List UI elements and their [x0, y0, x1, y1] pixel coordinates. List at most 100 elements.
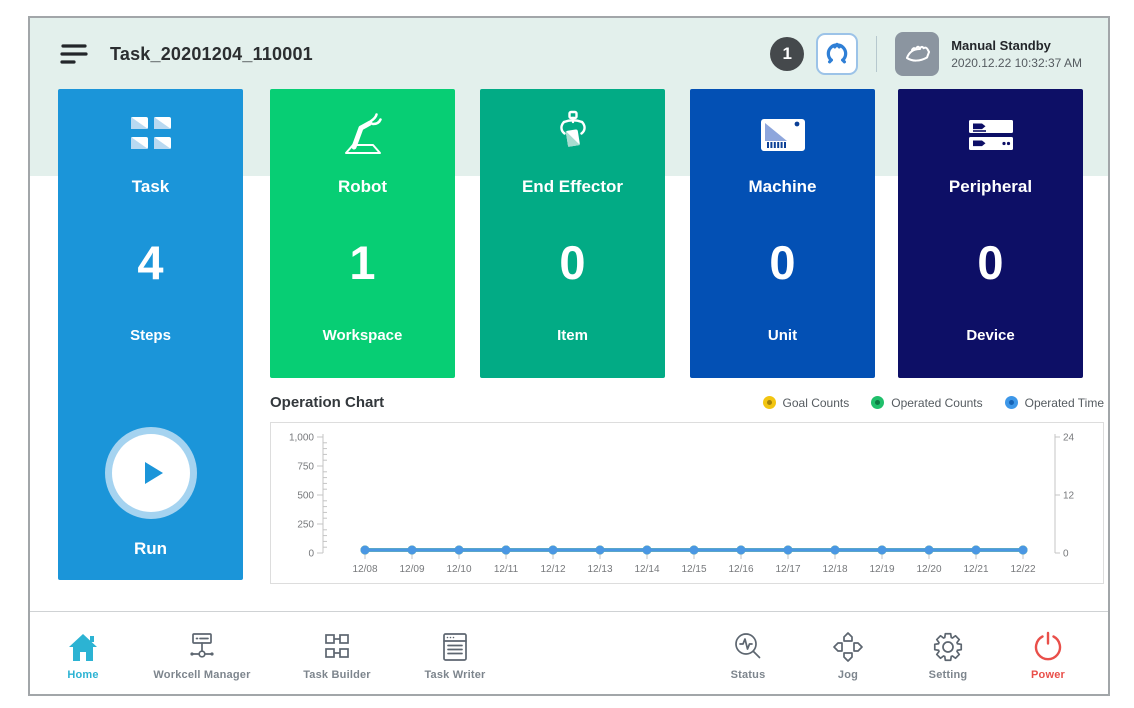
svg-text:12: 12: [1063, 491, 1075, 502]
bottom-navigation: Home Workcell Manager: [30, 611, 1108, 694]
manual-mode-button[interactable]: [895, 32, 939, 76]
svg-text:12/20: 12/20: [916, 564, 941, 575]
robot-card[interactable]: Robot 1 Workspace: [270, 89, 455, 378]
robot-card-unit: Workspace: [270, 327, 455, 344]
chart-point: [502, 546, 511, 555]
nav-item-setting[interactable]: Setting: [898, 626, 998, 681]
operation-chart-canvas: 0 250 500 750 1,000 0 12 24 12/08 12/09 12/10 12/11…: [271, 423, 1103, 583]
svg-text:12/17: 12/17: [775, 564, 800, 575]
nav-item-power[interactable]: Power: [998, 626, 1098, 681]
nav-item-task-builder[interactable]: Task Builder: [278, 626, 396, 681]
peripheral-card[interactable]: Peripheral 0 Device: [898, 89, 1083, 378]
svg-text:12/10: 12/10: [446, 564, 471, 575]
end-effector-card-value: 0: [480, 235, 665, 290]
play-icon: [134, 456, 168, 490]
chart-point: [455, 546, 464, 555]
end-effector-card-unit: Item: [480, 327, 665, 344]
page-title: Task_20201204_110001: [110, 44, 313, 65]
svg-text:12/21: 12/21: [963, 564, 988, 575]
svg-text:24: 24: [1063, 433, 1075, 444]
chart-point: [596, 546, 605, 555]
machine-icon: [759, 115, 807, 155]
gripper-recovery-icon: [824, 41, 850, 67]
svg-text:12/19: 12/19: [869, 564, 894, 575]
gripper-icon: [552, 110, 594, 160]
annotation-badge: 1: [770, 37, 804, 71]
chart-point: [972, 546, 981, 555]
jog-icon: [831, 630, 865, 664]
manual-hand-icon: [900, 37, 934, 71]
svg-text:12/09: 12/09: [399, 564, 424, 575]
chart-point: [737, 546, 746, 555]
task-card-value: 4: [58, 235, 243, 290]
legend-goal-counts: Goal Counts: [763, 396, 850, 410]
home-icon: [66, 630, 100, 664]
svg-text:12/08: 12/08: [352, 564, 377, 575]
workcell-manager-icon: [185, 630, 219, 664]
chart-point: [408, 546, 417, 555]
nav-item-task-writer[interactable]: Task Writer: [396, 626, 514, 681]
peripheral-card-unit: Device: [898, 327, 1083, 344]
svg-text:12/14: 12/14: [634, 564, 659, 575]
peripheral-icon: [967, 115, 1015, 155]
operation-chart: 0 250 500 750 1,000 0 12 24 12/08 12/09 12/10 12/11…: [270, 422, 1104, 584]
svg-text:0: 0: [1063, 549, 1069, 560]
chart-point: [643, 546, 652, 555]
robot-card-value: 1: [270, 235, 455, 290]
operated-counts-dot-icon: [871, 396, 884, 409]
robot-arm-icon: [339, 112, 387, 158]
chart-point: [784, 546, 793, 555]
svg-text:12/11: 12/11: [494, 564, 519, 575]
end-effector-card[interactable]: End Effector 0 Item: [480, 89, 665, 378]
machine-card-unit: Unit: [690, 327, 875, 344]
servo-recovery-button[interactable]: [816, 33, 858, 75]
svg-text:12/13: 12/13: [587, 564, 612, 575]
power-icon: [1031, 630, 1065, 664]
nav-item-status[interactable]: Status: [698, 626, 798, 681]
task-card[interactable]: Task 4 Steps Run: [58, 89, 243, 580]
nav-item-jog[interactable]: Jog: [798, 626, 898, 681]
task-writer-icon: [438, 630, 472, 664]
setting-icon: [931, 630, 965, 664]
machine-card[interactable]: Machine 0 Unit: [690, 89, 875, 378]
chart-point: [925, 546, 934, 555]
svg-text:12/15: 12/15: [681, 564, 706, 575]
legend-operated-counts: Operated Counts: [871, 396, 982, 410]
svg-text:12/16: 12/16: [728, 564, 753, 575]
run-button[interactable]: [105, 427, 197, 519]
task-builder-icon: [320, 630, 354, 664]
nav-item-workcell-manager[interactable]: Workcell Manager: [126, 626, 278, 681]
task-card-unit: Steps: [58, 327, 243, 344]
robot-card-label: Robot: [270, 177, 455, 197]
goal-counts-dot-icon: [763, 396, 776, 409]
chart-legend: Goal Counts Operated Counts Operated Tim…: [763, 396, 1104, 410]
machine-card-label: Machine: [690, 177, 875, 197]
peripheral-card-value: 0: [898, 235, 1083, 290]
datetime-label: 2020.12.22 10:32:37 AM: [951, 55, 1082, 71]
chart-point: [361, 546, 370, 555]
main-screen: Task_20201204_110001 1: [28, 16, 1110, 696]
robot-mode-label: Manual Standby: [951, 37, 1082, 55]
svg-text:250: 250: [297, 520, 314, 531]
chart-point: [549, 546, 558, 555]
svg-text:12/18: 12/18: [822, 564, 847, 575]
peripheral-card-label: Peripheral: [898, 177, 1083, 197]
task-card-label: Task: [58, 177, 243, 197]
run-button-label: Run: [134, 539, 167, 559]
operation-chart-title: Operation Chart: [270, 394, 384, 411]
chart-point: [878, 546, 887, 555]
svg-text:750: 750: [297, 462, 314, 473]
top-bar: Task_20201204_110001 1: [30, 18, 1108, 90]
task-steps-icon: [127, 114, 175, 156]
nav-item-home[interactable]: Home: [40, 626, 126, 681]
chart-point: [690, 546, 699, 555]
header-divider: [876, 36, 877, 72]
svg-text:0: 0: [308, 549, 314, 560]
operated-time-dot-icon: [1005, 396, 1018, 409]
legend-operated-time: Operated Time: [1005, 396, 1104, 410]
svg-text:12/12: 12/12: [540, 564, 565, 575]
svg-text:500: 500: [297, 491, 314, 502]
menu-hamburger-icon[interactable]: [60, 42, 88, 66]
chart-point: [1019, 546, 1028, 555]
svg-text:1,000: 1,000: [289, 433, 314, 444]
